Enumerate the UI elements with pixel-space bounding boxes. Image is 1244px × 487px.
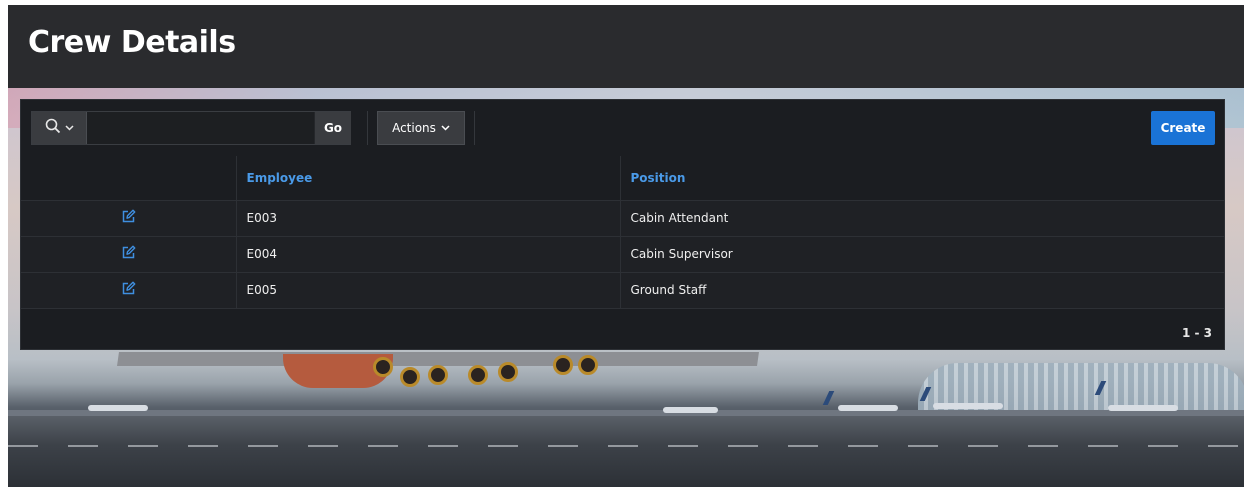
edit-cell [21,272,237,309]
create-button[interactable]: Create [1151,111,1215,145]
actions-label: Actions [392,121,436,135]
go-button[interactable]: Go [315,112,351,144]
background-plane [838,405,898,411]
background-runway-marking [8,445,1244,447]
landing-gear-wheel [373,357,393,377]
background-aircraft-wing [117,352,759,366]
search-icon [45,118,61,138]
table-header-row: Employee Position [21,156,1224,201]
landing-gear-wheel [428,365,448,385]
position-cell: Cabin Attendant [620,200,1224,237]
edit-cell [21,236,237,273]
pagination-range: 1 - 3 [1181,326,1212,340]
landing-gear-wheel [400,367,420,387]
table-row: E004 Cabin Supervisor [21,236,1224,273]
search-bar: Go [31,111,351,145]
table-row: E003 Cabin Attendant [21,200,1224,237]
employee-cell: E003 [236,200,621,237]
background-plane [663,407,718,413]
toolbar-divider [474,111,475,145]
column-header-edit [21,156,237,201]
chevron-down-icon [64,125,74,131]
table-row: E005 Ground Staff [21,272,1224,309]
column-header-position[interactable]: Position [620,156,1224,201]
position-cell: Ground Staff [620,272,1224,309]
report-toolbar: Go Actions Create [21,100,1224,156]
landing-gear-wheel [578,355,598,375]
page-title: Crew Details [28,25,236,60]
edit-icon[interactable] [121,281,136,296]
column-header-employee[interactable]: Employee [236,156,621,201]
search-column-menu-button[interactable] [32,112,87,144]
employee-cell: E005 [236,272,621,309]
landing-gear-wheel [553,355,573,375]
page-header: Crew Details [8,5,1244,88]
position-cell: Cabin Supervisor [620,236,1224,273]
interactive-report-region: Go Actions Create Employee Position E003… [20,99,1225,350]
edit-cell [21,200,237,237]
actions-menu-button[interactable]: Actions [377,111,465,145]
landing-gear-wheel [498,362,518,382]
background-runway [8,416,1244,487]
search-input[interactable] [87,112,314,144]
edit-icon[interactable] [121,245,136,260]
background-plane [933,403,1003,409]
crew-table: Employee Position E003 Cabin Attendant E… [21,156,1224,309]
background-plane [1108,405,1178,411]
landing-gear-wheel [468,365,488,385]
chevron-down-icon [441,125,450,131]
toolbar-divider [367,111,368,145]
employee-cell: E004 [236,236,621,273]
edit-icon[interactable] [121,209,136,224]
background-plane [88,405,148,411]
